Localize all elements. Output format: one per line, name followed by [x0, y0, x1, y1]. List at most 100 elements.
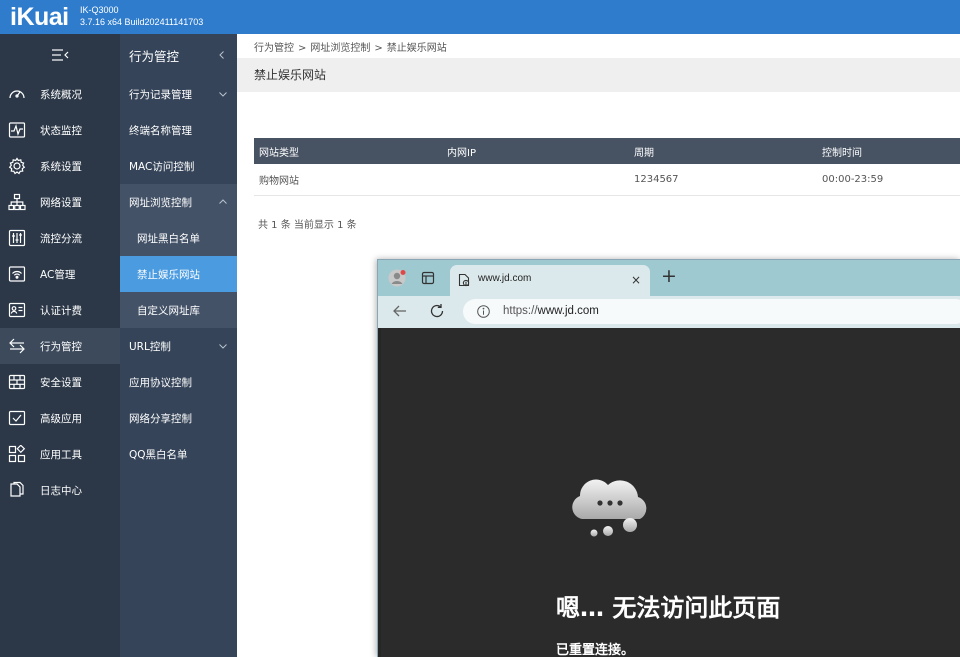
- address-bar[interactable]: https://www.jd.com: [463, 299, 960, 324]
- subnav-item-url-control[interactable]: URL控制: [120, 328, 237, 364]
- table-cell: 1234567: [634, 174, 679, 185]
- subnav-item-label: 网络分享控制: [129, 412, 192, 425]
- primary-sidebar: 系统概况 状态监控 系统设置 网络设置 流控分流 AC管理 认证计费 行为管控 …: [0, 34, 120, 657]
- table-cell: 购物网站: [259, 176, 299, 187]
- firewall-icon: [8, 373, 26, 391]
- subnav-item-label: MAC访问控制: [129, 160, 195, 173]
- sidebar-item-security[interactable]: 安全设置: [0, 364, 120, 400]
- subnav-item-label: 网址黑白名单: [137, 232, 200, 245]
- subnav-item-behavior-log[interactable]: 行为记录管理: [120, 76, 237, 112]
- browser-tab[interactable]: www.jd.com ×: [450, 265, 650, 296]
- rules-table: 网站类型 内网IP 周期 控制时间 购物网站 1234567 00:00-23:…: [254, 138, 960, 196]
- table-header: 网站类型 内网IP 周期 控制时间: [254, 138, 960, 164]
- column-header-control-time: 控制时间: [822, 147, 862, 159]
- sidebar-item-behavior-control[interactable]: 行为管控: [0, 328, 120, 364]
- breadcrumb-item: 禁止娱乐网站: [386, 43, 447, 54]
- browser-window: www.jd.com × + https://www.jd.com 嗯… 无法访…: [377, 259, 960, 657]
- subnav-item-label: 网址浏览控制: [129, 196, 192, 209]
- sidebar-item-label: 行为管控: [40, 340, 82, 353]
- subnav-item-terminal-names[interactable]: 终端名称管理: [120, 112, 237, 148]
- firmware-version: 3.7.16 x64 Build202411141703: [80, 17, 204, 27]
- menu-collapse-icon: [52, 49, 69, 61]
- subnav-item-label: 行为记录管理: [129, 88, 192, 101]
- breadcrumb-separator: >: [374, 43, 383, 54]
- url-host: www.jd.com: [537, 305, 599, 317]
- subnav-subitem-custom-url-library[interactable]: 自定义网址库: [120, 292, 237, 328]
- subnav-item-mac-access[interactable]: MAC访问控制: [120, 148, 237, 184]
- url-text: https://www.jd.com: [503, 305, 599, 317]
- new-tab-button[interactable]: +: [661, 266, 677, 286]
- table-footer-count: 共 1 条 当前显示 1 条: [258, 220, 357, 231]
- sidebar-item-label: 安全设置: [40, 376, 82, 389]
- sidebar-item-network-settings[interactable]: 网络设置: [0, 184, 120, 220]
- subnav-item-url-browsing[interactable]: 网址浏览控制: [120, 184, 237, 220]
- sidebar-item-authentication[interactable]: 认证计费: [0, 292, 120, 328]
- sidebar-item-flow-control[interactable]: 流控分流: [0, 220, 120, 256]
- checkbox-app-icon: [8, 409, 26, 427]
- sidebar-item-label: 应用工具: [40, 448, 82, 461]
- breadcrumb-item[interactable]: 行为管控: [254, 43, 294, 54]
- info-icon[interactable]: [477, 305, 490, 318]
- tab-actions-icon[interactable]: [421, 271, 435, 285]
- sidebar-item-label: 认证计费: [40, 304, 82, 317]
- dashboard-icon: [8, 85, 26, 103]
- sidebar-item-label: 日志中心: [40, 484, 82, 497]
- url-scheme: https://: [503, 305, 538, 317]
- sidebar-item-ac-management[interactable]: AC管理: [0, 256, 120, 292]
- subnav-item-label: QQ黑白名单: [129, 448, 188, 461]
- profile-avatar-icon[interactable]: [388, 269, 406, 287]
- sidebar-item-overview[interactable]: 系统概况: [0, 76, 120, 112]
- sidebar-item-label: 系统概况: [40, 88, 82, 101]
- browser-tab-bar: www.jd.com × +: [378, 260, 960, 296]
- sad-cloud-icon: [572, 479, 647, 537]
- secondary-sidebar: 行为管控 行为记录管理 终端名称管理 MAC访问控制 网址浏览控制 网址黑白名单…: [120, 34, 237, 657]
- sidebar-item-log-center[interactable]: 日志中心: [0, 472, 120, 508]
- id-card-icon: [8, 301, 26, 319]
- subnav-item-app-protocol[interactable]: 应用协议控制: [120, 364, 237, 400]
- page-title: 禁止娱乐网站: [254, 68, 327, 82]
- subnav-item-label: 禁止娱乐网站: [137, 268, 200, 281]
- back-arrow-icon[interactable]: [392, 303, 408, 319]
- device-info: IK-Q3000 3.7.16 x64 Build202411141703: [80, 4, 203, 28]
- subnav-header: 行为管控: [120, 34, 237, 76]
- breadcrumb: 行为管控 > 网址浏览控制 > 禁止娱乐网站: [254, 39, 447, 54]
- subnav-title: 行为管控: [129, 48, 180, 64]
- column-header-site-type: 网站类型: [259, 147, 299, 159]
- subnav-subitem-url-blacklist[interactable]: 网址黑白名单: [120, 220, 237, 256]
- sidebar-item-advanced-apps[interactable]: 高级应用: [0, 400, 120, 436]
- swap-arrows-icon: [8, 337, 26, 355]
- sliders-icon: [8, 229, 26, 247]
- sidebar-item-label: 系统设置: [40, 160, 82, 173]
- apps-grid-icon: [8, 445, 26, 463]
- tab-close-button[interactable]: ×: [631, 273, 641, 287]
- tab-title: www.jd.com: [478, 273, 532, 284]
- sidebar-item-label: AC管理: [40, 268, 76, 281]
- error-title: 嗯… 无法访问此页面: [556, 594, 781, 622]
- sidebar-item-label: 网络设置: [40, 196, 82, 209]
- model-name: IK-Q3000: [80, 5, 119, 15]
- chevron-left-icon[interactable]: [217, 50, 227, 60]
- page-title-bar: 禁止娱乐网站: [237, 58, 960, 92]
- error-subtitle: 已重置连接。: [556, 643, 635, 657]
- subnav-item-network-sharing[interactable]: 网络分享控制: [120, 400, 237, 436]
- chevron-down-icon: [219, 92, 227, 97]
- sidebar-item-monitor[interactable]: 状态监控: [0, 112, 120, 148]
- sidebar-collapse-button[interactable]: [0, 34, 120, 76]
- sidebar-item-app-tools[interactable]: 应用工具: [0, 436, 120, 472]
- chevron-down-icon: [219, 344, 227, 349]
- refresh-icon[interactable]: [429, 303, 445, 319]
- top-bar: iKuai IK-Q3000 3.7.16 x64 Build202411141…: [0, 0, 960, 34]
- subnav-item-label: 应用协议控制: [129, 376, 192, 389]
- sidebar-item-label: 高级应用: [40, 412, 82, 425]
- subnav-subitem-block-entertainment[interactable]: 禁止娱乐网站: [120, 256, 237, 292]
- breadcrumb-item[interactable]: 网址浏览控制: [310, 43, 370, 54]
- table-row[interactable]: 购物网站 1234567 00:00-23:59: [254, 164, 960, 196]
- table-cell: 00:00-23:59: [822, 174, 884, 185]
- subnav-item-qq-list[interactable]: QQ黑白名单: [120, 436, 237, 472]
- subnav-item-label: URL控制: [129, 340, 171, 353]
- sidebar-item-label: 流控分流: [40, 232, 82, 245]
- gear-icon: [8, 157, 26, 175]
- sidebar-item-system-settings[interactable]: 系统设置: [0, 148, 120, 184]
- browser-page-content: 嗯… 无法访问此页面 已重置连接。: [381, 328, 960, 657]
- column-header-period: 周期: [634, 147, 654, 159]
